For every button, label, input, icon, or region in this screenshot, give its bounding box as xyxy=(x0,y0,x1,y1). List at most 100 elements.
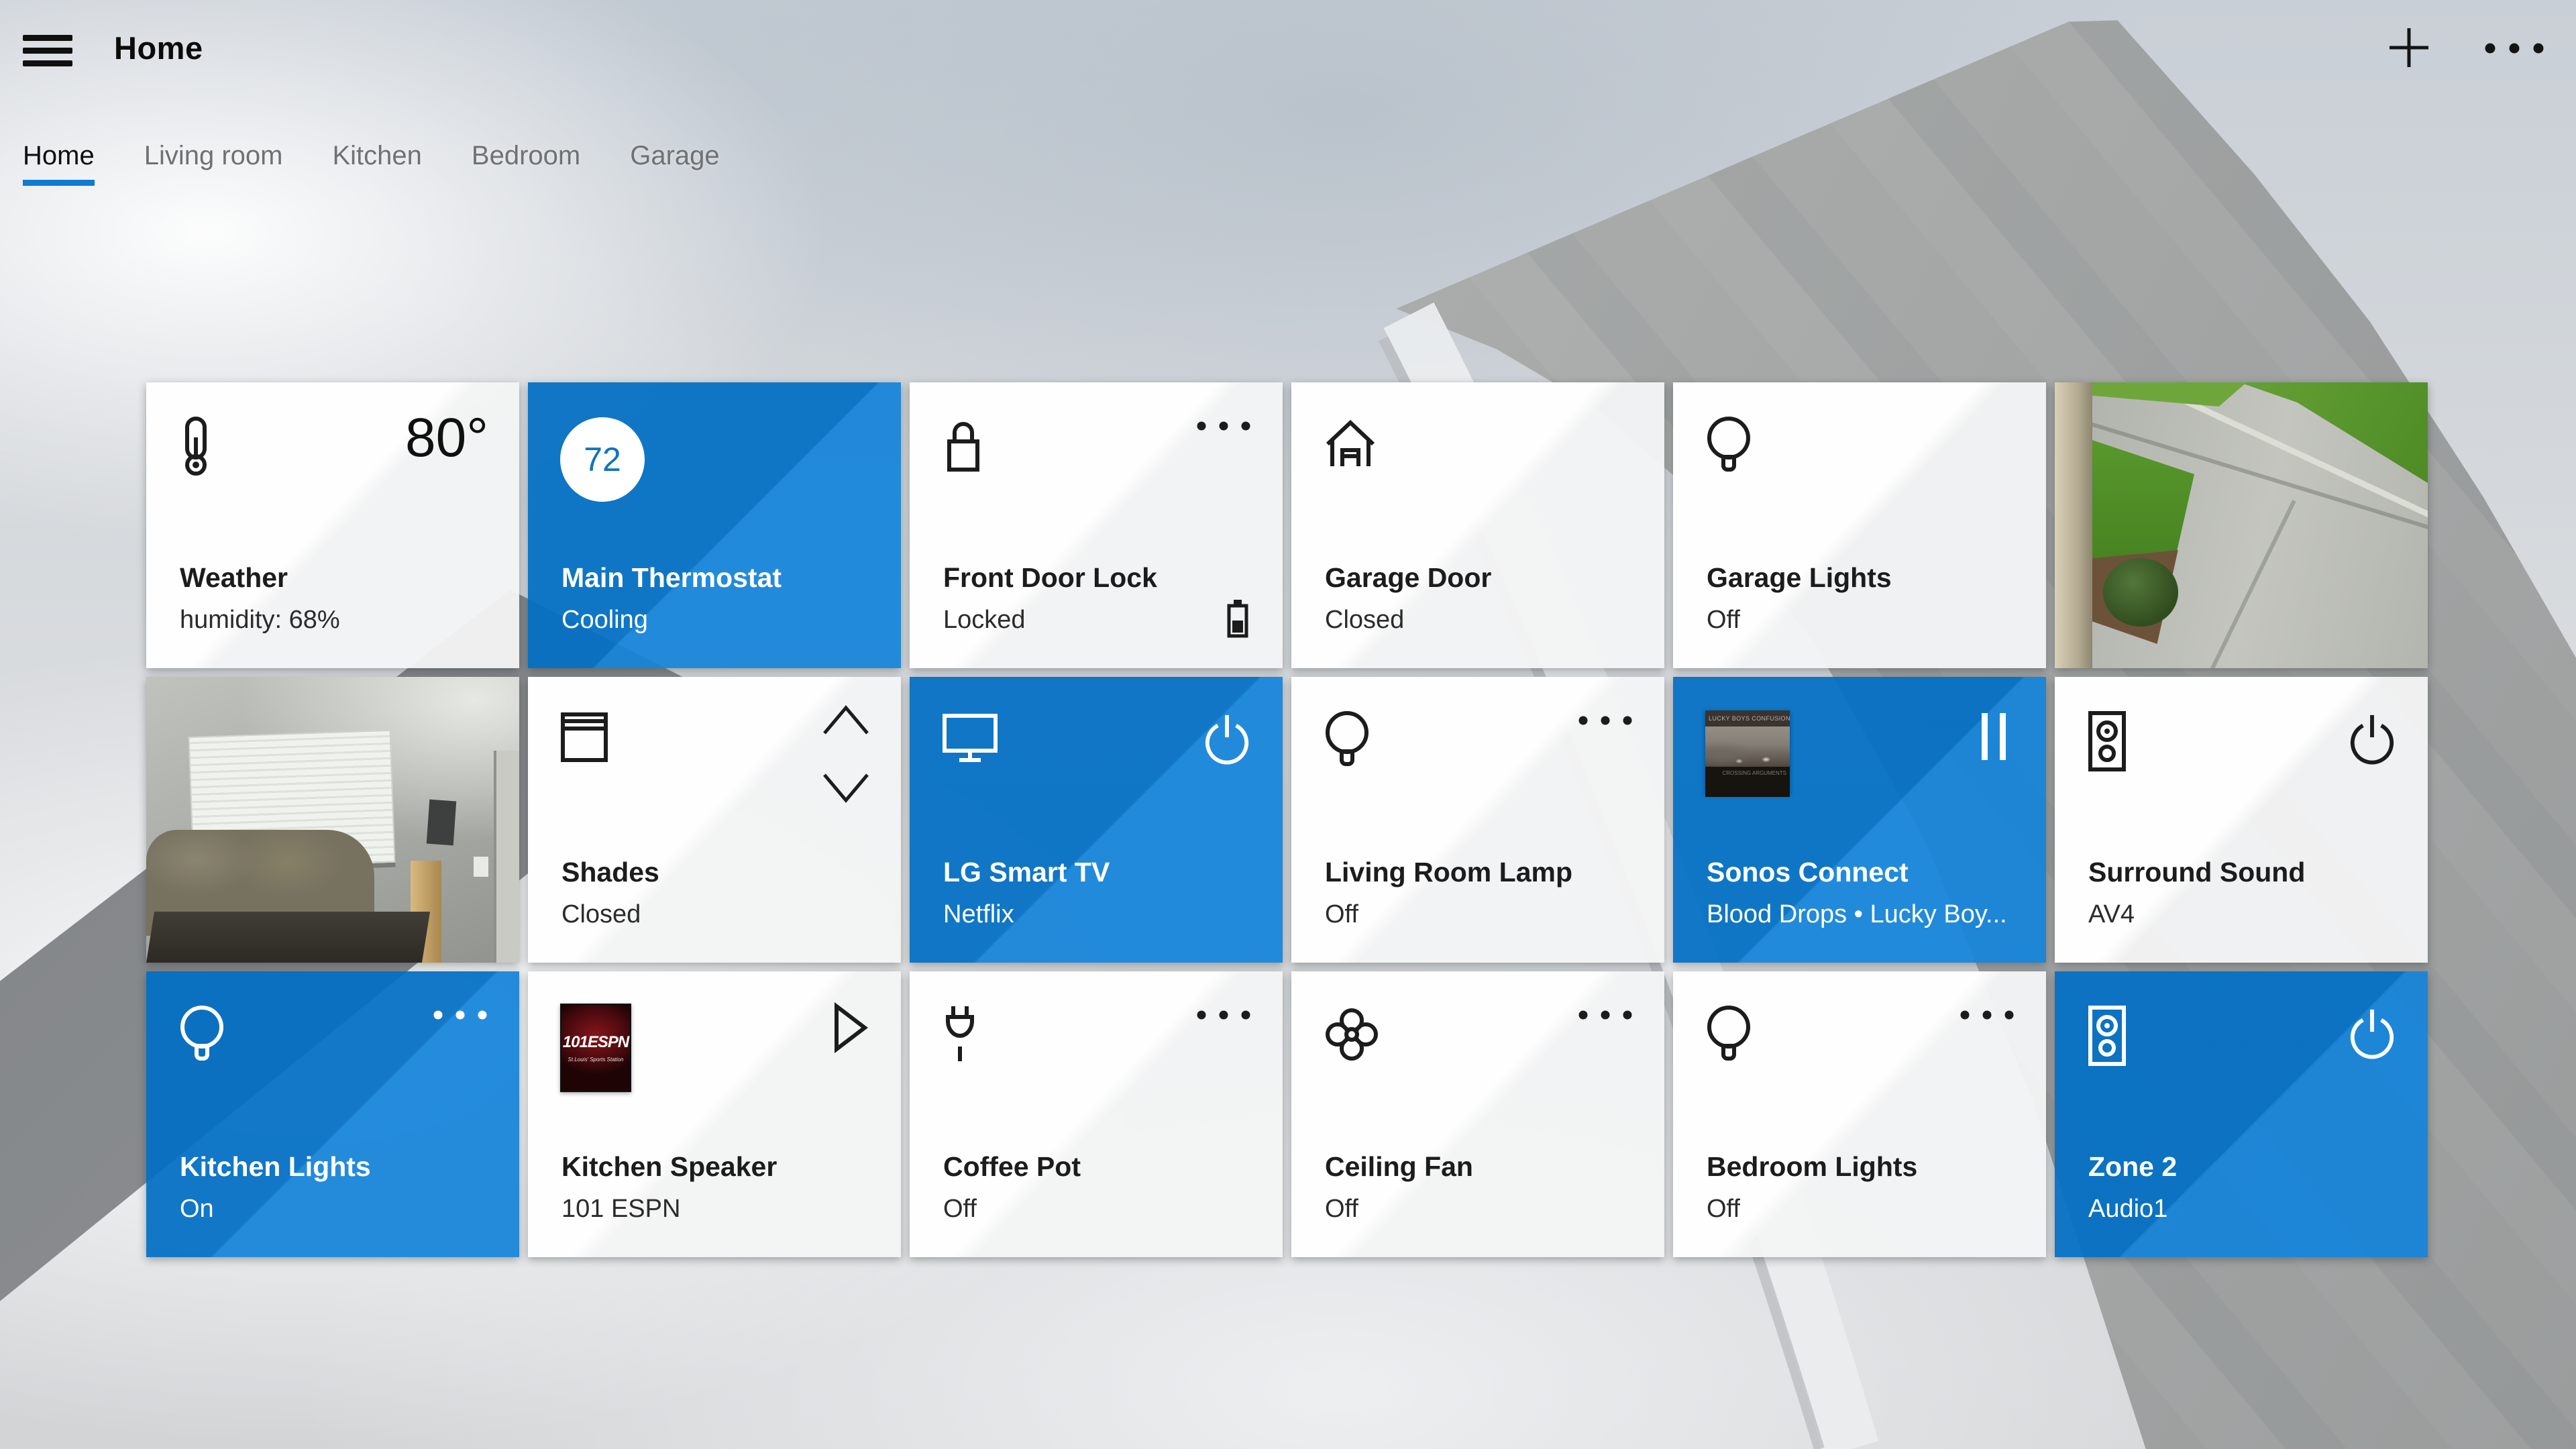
tile-title: LG Smart TV xyxy=(943,857,1110,888)
tab-garage[interactable]: Garage xyxy=(630,141,719,171)
device-tile-grid: 80° Weather humidity: 68% 72 Main Thermo… xyxy=(146,382,2428,1257)
tile-status: Off xyxy=(943,1195,977,1224)
add-button[interactable] xyxy=(2388,27,2430,68)
chevron-up-icon xyxy=(819,702,873,737)
tile-front-door-lock[interactable]: Front Door Lock Locked xyxy=(910,382,1283,668)
tile-status: 101 ESPN xyxy=(561,1195,680,1224)
lightbulb-icon xyxy=(1322,710,1372,769)
ellipsis-icon xyxy=(433,1010,487,1020)
power-icon xyxy=(1202,712,1252,765)
shade-controls xyxy=(819,702,873,806)
camera-door xyxy=(494,751,519,963)
tile-main-thermostat[interactable]: 72 Main Thermostat Cooling xyxy=(528,382,901,668)
tab-home[interactable]: Home xyxy=(23,141,95,171)
tile-bedroom-lights[interactable]: Bedroom Lights Off xyxy=(1673,971,2046,1257)
tile-menu-button[interactable] xyxy=(1578,1010,1632,1020)
speaker-icon xyxy=(2086,710,2129,772)
tile-status: Closed xyxy=(561,901,641,929)
battery-icon xyxy=(1225,598,1250,639)
tile-garage-lights[interactable]: Garage Lights Off xyxy=(1673,382,2046,668)
tile-title: Front Door Lock xyxy=(943,563,1157,593)
power-button[interactable] xyxy=(2347,712,2397,765)
tile-kitchen-lights[interactable]: Kitchen Lights On xyxy=(146,971,519,1257)
tile-status: Audio1 xyxy=(2088,1195,2167,1224)
tile-title: Ceiling Fan xyxy=(1325,1152,1473,1182)
tile-status: On xyxy=(180,1195,214,1224)
tile-status: Off xyxy=(1707,606,1740,635)
garage-icon xyxy=(1322,416,1379,470)
tab-kitchen[interactable]: Kitchen xyxy=(332,141,421,171)
tile-title: Living Room Lamp xyxy=(1325,857,1572,888)
tile-title: Kitchen Lights xyxy=(180,1152,371,1182)
living-room-camera-tile[interactable] xyxy=(146,677,519,963)
tile-shades[interactable]: Shades Closed xyxy=(528,677,901,963)
station-logo-subtext: St.Louis' Sports Station xyxy=(568,1057,624,1063)
tile-menu-button[interactable] xyxy=(1578,716,1632,725)
ellipsis-icon xyxy=(2485,43,2544,54)
tile-zone-2[interactable]: Zone 2 Audio1 xyxy=(2055,971,2428,1257)
menu-button[interactable] xyxy=(23,35,72,67)
camera-bush xyxy=(2103,558,2178,627)
tile-title: Surround Sound xyxy=(2088,857,2305,888)
tile-title: Zone 2 xyxy=(2088,1152,2177,1182)
tile-status: Netflix xyxy=(943,901,1014,929)
tile-surround-sound[interactable]: Surround Sound AV4 xyxy=(2055,677,2428,963)
lightbulb-icon xyxy=(1704,1005,1754,1064)
tile-title: Coffee Pot xyxy=(943,1152,1081,1182)
tile-menu-button[interactable] xyxy=(1960,1010,2014,1020)
lightbulb-icon xyxy=(177,1005,227,1064)
camera-wall-thermostat xyxy=(427,800,457,846)
fan-icon xyxy=(1322,1005,1381,1064)
lock-icon xyxy=(941,416,986,474)
pause-icon xyxy=(1979,710,2008,763)
play-button[interactable] xyxy=(830,1002,871,1053)
tab-living-room[interactable]: Living room xyxy=(144,141,283,171)
ellipsis-icon xyxy=(1197,1010,1250,1020)
lightbulb-icon xyxy=(1704,416,1754,475)
tile-title: Weather xyxy=(180,563,288,593)
tile-title: Kitchen Speaker xyxy=(561,1152,777,1182)
tile-lg-smart-tv[interactable]: LG Smart TV Netflix xyxy=(910,677,1283,963)
shades-icon xyxy=(559,710,610,764)
ellipsis-icon xyxy=(1197,421,1250,431)
station-logo: 101ESPN St.Louis' Sports Station xyxy=(560,1004,631,1092)
tile-menu-button[interactable] xyxy=(1197,1010,1250,1020)
tile-title: Main Thermostat xyxy=(561,563,782,593)
tile-title: Garage Lights xyxy=(1707,563,1892,593)
camera-table xyxy=(146,912,430,963)
tile-kitchen-speaker[interactable]: 101ESPN St.Louis' Sports Station Kitchen… xyxy=(528,971,901,1257)
tile-garage-door[interactable]: Garage Door Closed xyxy=(1291,382,1664,668)
temperature-value: 80° xyxy=(405,407,488,470)
tile-status: Locked xyxy=(943,606,1026,635)
power-button[interactable] xyxy=(2347,1006,2397,1060)
pause-button[interactable] xyxy=(1979,710,2008,763)
shade-up-button[interactable] xyxy=(819,702,873,737)
tile-status: Closed xyxy=(1325,606,1404,635)
album-caption: CROSSING ARGUMENTS xyxy=(1705,767,1790,797)
tv-icon xyxy=(941,710,1000,763)
tile-title: Garage Door xyxy=(1325,563,1491,593)
driveway-camera-tile[interactable] xyxy=(2055,382,2428,668)
setpoint-badge[interactable]: 72 xyxy=(560,417,645,502)
tile-menu-button[interactable] xyxy=(433,1010,487,1020)
power-icon xyxy=(2347,1006,2397,1060)
tile-title: Sonos Connect xyxy=(1707,857,1909,888)
tile-living-room-lamp[interactable]: Living Room Lamp Off xyxy=(1291,677,1664,963)
tile-ceiling-fan[interactable]: Ceiling Fan Off xyxy=(1291,971,1664,1257)
tile-menu-button[interactable] xyxy=(1197,421,1250,431)
tile-sonos-connect[interactable]: LUCKY BOYS CONFUSION CROSSING ARGUMENTS … xyxy=(1673,677,2046,963)
camera-grass xyxy=(2092,382,2247,407)
power-button[interactable] xyxy=(1202,712,1252,765)
tile-status: AV4 xyxy=(2088,901,2135,929)
ellipsis-icon xyxy=(1578,1010,1632,1020)
page-title: Home xyxy=(114,30,203,66)
tile-title: Bedroom Lights xyxy=(1707,1152,1917,1182)
tab-bedroom[interactable]: Bedroom xyxy=(472,141,580,171)
tile-coffee-pot[interactable]: Coffee Pot Off xyxy=(910,971,1283,1257)
more-button[interactable] xyxy=(2485,43,2544,54)
tile-title: Shades xyxy=(561,857,659,888)
power-icon xyxy=(2347,712,2397,765)
tile-weather[interactable]: 80° Weather humidity: 68% xyxy=(146,382,519,668)
camera-house-wall xyxy=(2055,382,2092,668)
shade-down-button[interactable] xyxy=(819,771,873,806)
